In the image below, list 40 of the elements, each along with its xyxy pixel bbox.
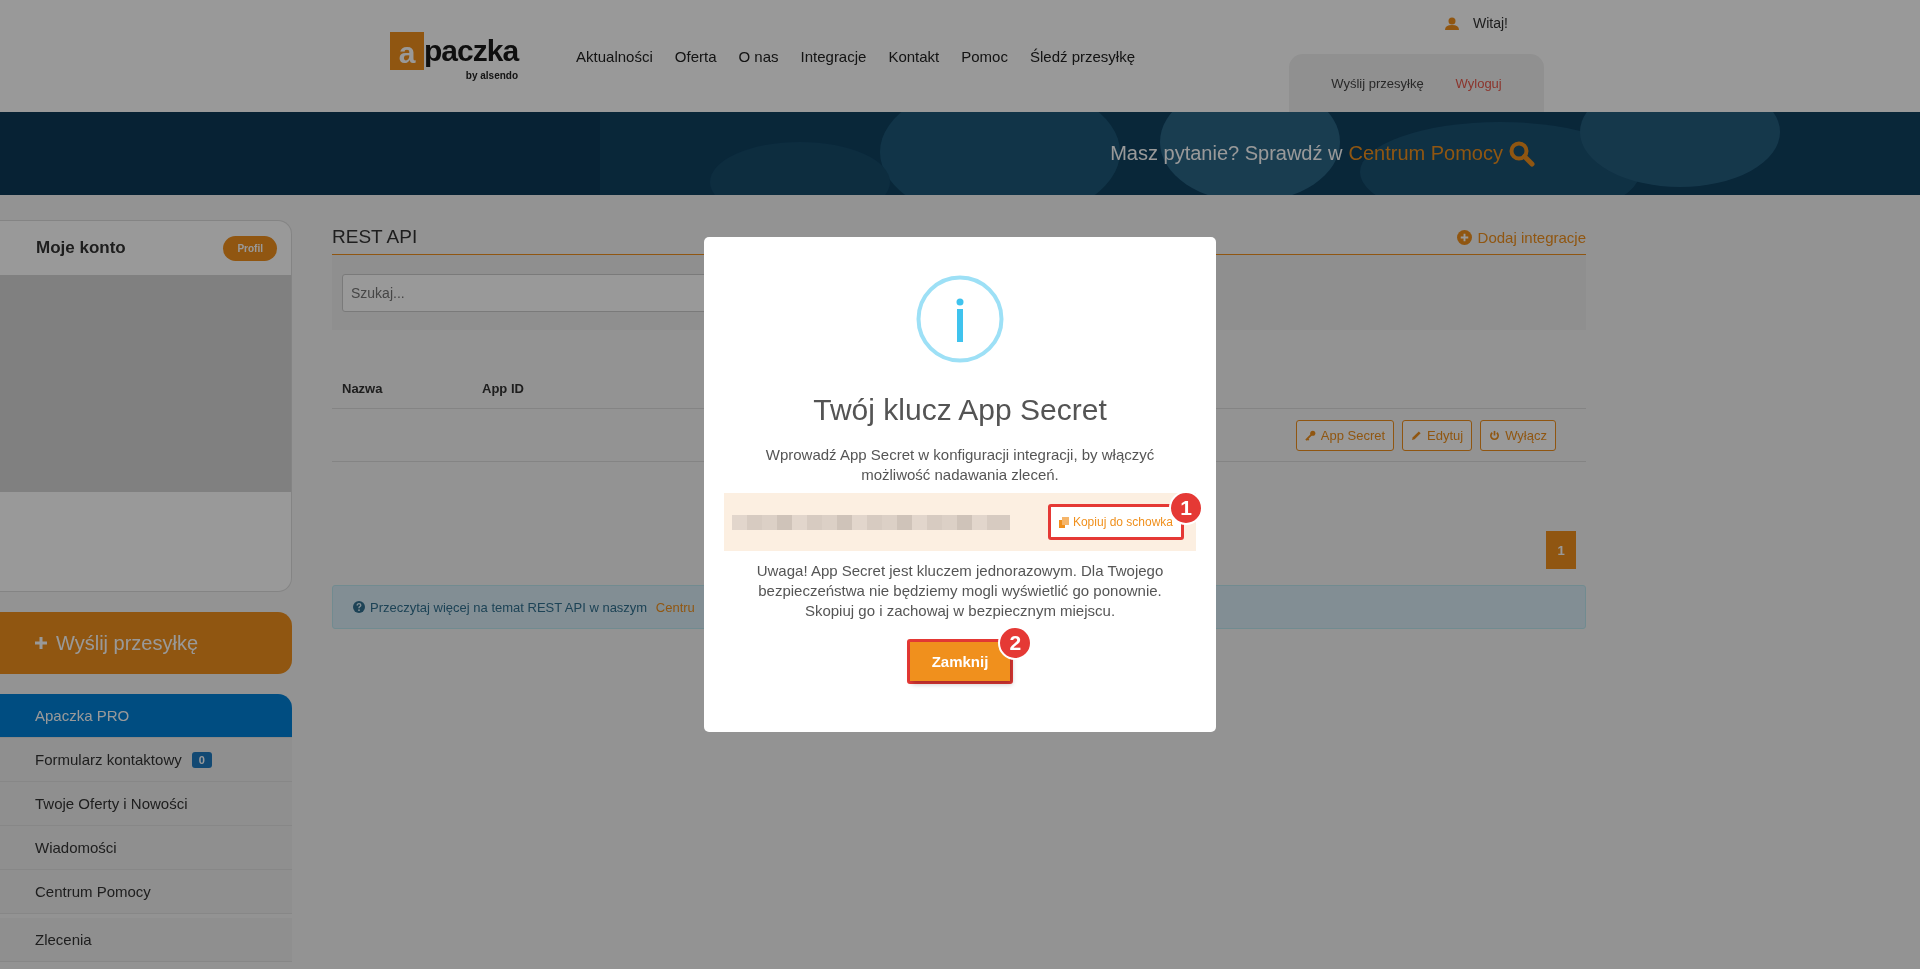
nav-link[interactable]: Integracje — [800, 47, 867, 65]
user-icon — [1445, 16, 1459, 30]
info-text: Przeczytaj więcej na temat REST API w naszym — [370, 599, 649, 615]
menu-item[interactable]: Formularz kontaktowy 0 — [0, 738, 292, 782]
menu-item[interactable]: Apaczka PRO — [0, 694, 292, 738]
nav-link[interactable]: Pomoc — [961, 47, 1008, 65]
power-icon — [1489, 429, 1501, 441]
help-icon — [353, 601, 365, 613]
column-header: App ID — [482, 380, 525, 396]
menu-item[interactable]: Zlecenia — [0, 918, 292, 962]
step-badge: 2 — [998, 626, 1033, 660]
warning-text: Uwaga! App Secret jest kluczem jednorazowym. Dla Twojego bezpieczeństwa nie będziemy mogli wyświetlić go ponownie. Skopiuj go i zachowaj w bezpiecznym miejscu. — [755, 561, 1165, 621]
nav-link[interactable]: O nas — [738, 47, 779, 65]
info-icon — [916, 275, 1004, 363]
logout-link[interactable]: Wyloguj — [1455, 75, 1502, 91]
nav-link[interactable]: Kontakt — [888, 47, 940, 65]
modal-text: Wprowadź App Secret w konfiguracji integracji, by włączyć możliwość nadawania zleceń. — [764, 445, 1156, 485]
nav-link[interactable]: Śledź przesyłkę — [1029, 47, 1135, 65]
nav-link[interactable]: Oferta — [674, 47, 717, 65]
greeting: Witaj! — [1473, 15, 1508, 31]
copy-button[interactable]: Kopiuj do schowka — [1050, 507, 1181, 537]
close-button[interactable]: Zamknij — [909, 642, 1011, 681]
page-title: REST API — [332, 226, 418, 248]
logo[interactable]: a paczka by alsendo — [390, 31, 519, 81]
nav-link[interactable]: Aktualności — [576, 47, 653, 65]
copy-icon — [1058, 516, 1069, 528]
menu-item[interactable]: Twoje Oferty i Nowości — [0, 782, 292, 826]
count-badge: 0 — [191, 751, 212, 768]
account-link[interactable]: Wyślij przesyłkę — [1331, 75, 1424, 91]
menu-item[interactable]: Wiadomości — [0, 826, 292, 870]
banner-text: Masz pytanie? Sprawdź w — [1110, 142, 1343, 165]
column-header: Nazwa — [342, 380, 384, 396]
pencil-icon — [1411, 429, 1423, 441]
key-icon — [1304, 429, 1316, 441]
plus-circle-icon — [1456, 229, 1472, 245]
account-title: Moje konto — [36, 238, 126, 258]
search-icon[interactable] — [1509, 140, 1535, 167]
menu-item[interactable]: Centrum Pomocy — [0, 870, 292, 914]
plus-icon — [34, 636, 48, 650]
modal-title: Twój klucz App Secret — [813, 393, 1107, 427]
